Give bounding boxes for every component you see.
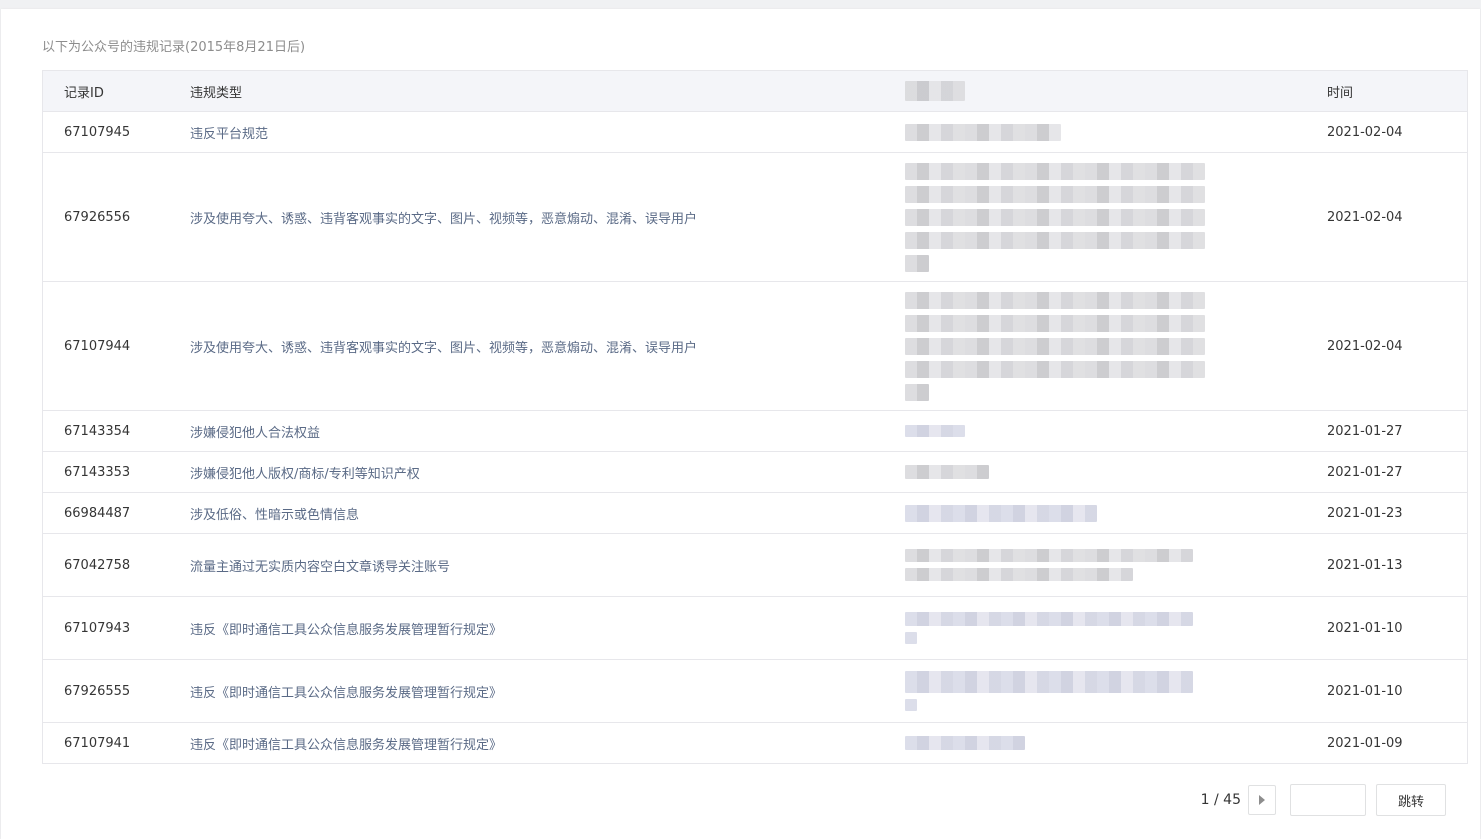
table-row: 67926556 涉及使用夸大、诱惑、违背客观事实的文字、图片、视频等，恶意煽动… xyxy=(42,152,1468,282)
table-row: 67143353 涉嫌侵犯他人版权/商标/专利等知识产权 2021-01-27 xyxy=(42,451,1468,493)
record-id: 67926556 xyxy=(42,152,190,282)
table-row: 67107941 违反《即时通信工具公众信息服务发展管理暂行规定》 2021-0… xyxy=(42,722,1468,764)
violation-type: 涉嫌侵犯他人版权/商标/专利等知识产权 xyxy=(190,451,887,493)
detail-blurred xyxy=(887,533,1327,597)
violation-type: 违反《即时通信工具公众信息服务发展管理暂行规定》 xyxy=(190,596,887,660)
record-id: 67143353 xyxy=(42,451,190,493)
violation-type: 涉及使用夸大、诱惑、违背客观事实的文字、图片、视频等，恶意煽动、混淆、误导用户 xyxy=(190,152,887,282)
blurred-content xyxy=(905,504,1327,522)
record-time: 2021-01-13 xyxy=(1327,533,1468,597)
blurred-content xyxy=(905,291,1327,401)
violation-type: 涉及使用夸大、诱惑、违背客观事实的文字、图片、视频等，恶意煽动、混淆、误导用户 xyxy=(190,281,887,411)
detail-blurred xyxy=(887,659,1327,723)
record-time: 2021-01-27 xyxy=(1327,451,1468,493)
header-detail-blurred xyxy=(887,70,1327,112)
record-id: 67107943 xyxy=(42,596,190,660)
header-violation-type: 违规类型 xyxy=(190,70,887,112)
violation-type: 流量主通过无实质内容空白文章诱导关注账号 xyxy=(190,533,887,597)
detail-blurred xyxy=(887,451,1327,493)
violation-type: 违反平台规范 xyxy=(190,111,887,153)
record-id: 67107945 xyxy=(42,111,190,153)
record-id: 67107944 xyxy=(42,281,190,411)
record-id: 67042758 xyxy=(42,533,190,597)
record-time: 2021-01-09 xyxy=(1327,722,1468,764)
pagination: 1 / 45 跳转 xyxy=(1201,784,1446,816)
record-time: 2021-01-23 xyxy=(1327,492,1468,534)
record-time: 2021-02-04 xyxy=(1327,281,1468,411)
record-id: 67107941 xyxy=(42,722,190,764)
record-time: 2021-01-10 xyxy=(1327,659,1468,723)
blurred-content xyxy=(905,549,1327,581)
table-row: 67926555 违反《即时通信工具公众信息服务发展管理暂行规定》 2021-0… xyxy=(42,659,1468,723)
record-id: 67143354 xyxy=(42,410,190,452)
page-count: 1 / 45 xyxy=(1200,792,1241,808)
table-row: 67107943 违反《即时通信工具公众信息服务发展管理暂行规定》 2021-0… xyxy=(42,596,1468,660)
violation-records-table: 记录ID 违规类型 时间 67107945 违反平台规范 2021-02-04 … xyxy=(42,70,1468,764)
triangle-right-icon xyxy=(1259,795,1265,805)
blurred-content xyxy=(905,736,1327,750)
table-row: 67042758 流量主通过无实质内容空白文章诱导关注账号 2021-01-13 xyxy=(42,533,1468,597)
header-time: 时间 xyxy=(1327,70,1468,112)
detail-blurred xyxy=(887,111,1327,153)
header-record-id: 记录ID xyxy=(42,70,190,112)
record-time: 2021-01-27 xyxy=(1327,410,1468,452)
detail-blurred xyxy=(887,152,1327,282)
record-time: 2021-02-04 xyxy=(1327,152,1468,282)
record-time: 2021-02-04 xyxy=(1327,111,1468,153)
blurred-content xyxy=(905,612,1327,644)
page-number-input[interactable] xyxy=(1290,784,1366,816)
table-row: 66984487 涉及低俗、性暗示或色情信息 2021-01-23 xyxy=(42,492,1468,534)
detail-blurred xyxy=(887,596,1327,660)
next-page-button[interactable] xyxy=(1248,785,1276,815)
table-header-row: 记录ID 违规类型 时间 xyxy=(42,70,1468,112)
record-id: 67926555 xyxy=(42,659,190,723)
blurred-content xyxy=(905,81,965,101)
detail-blurred xyxy=(887,281,1327,411)
violation-type: 违反《即时通信工具公众信息服务发展管理暂行规定》 xyxy=(190,659,887,723)
blurred-content xyxy=(905,671,1327,711)
blurred-content xyxy=(905,162,1327,272)
record-id: 66984487 xyxy=(42,492,190,534)
table-row: 67107945 违反平台规范 2021-02-04 xyxy=(42,111,1468,153)
violation-type: 涉及低俗、性暗示或色情信息 xyxy=(190,492,887,534)
detail-blurred xyxy=(887,410,1327,452)
blurred-content xyxy=(905,425,1327,437)
violation-type: 违反《即时通信工具公众信息服务发展管理暂行规定》 xyxy=(190,722,887,764)
detail-blurred xyxy=(887,722,1327,764)
table-row: 67143354 涉嫌侵犯他人合法权益 2021-01-27 xyxy=(42,410,1468,452)
record-time: 2021-01-10 xyxy=(1327,596,1468,660)
violation-type: 涉嫌侵犯他人合法权益 xyxy=(190,410,887,452)
jump-button[interactable]: 跳转 xyxy=(1376,784,1446,816)
records-caption: 以下为公众号的违规记录(2015年8月21日后) xyxy=(42,40,306,55)
blurred-content xyxy=(905,123,1327,141)
detail-blurred xyxy=(887,492,1327,534)
blurred-content xyxy=(905,465,1327,479)
table-row: 67107944 涉及使用夸大、诱惑、违背客观事实的文字、图片、视频等，恶意煽动… xyxy=(42,281,1468,411)
